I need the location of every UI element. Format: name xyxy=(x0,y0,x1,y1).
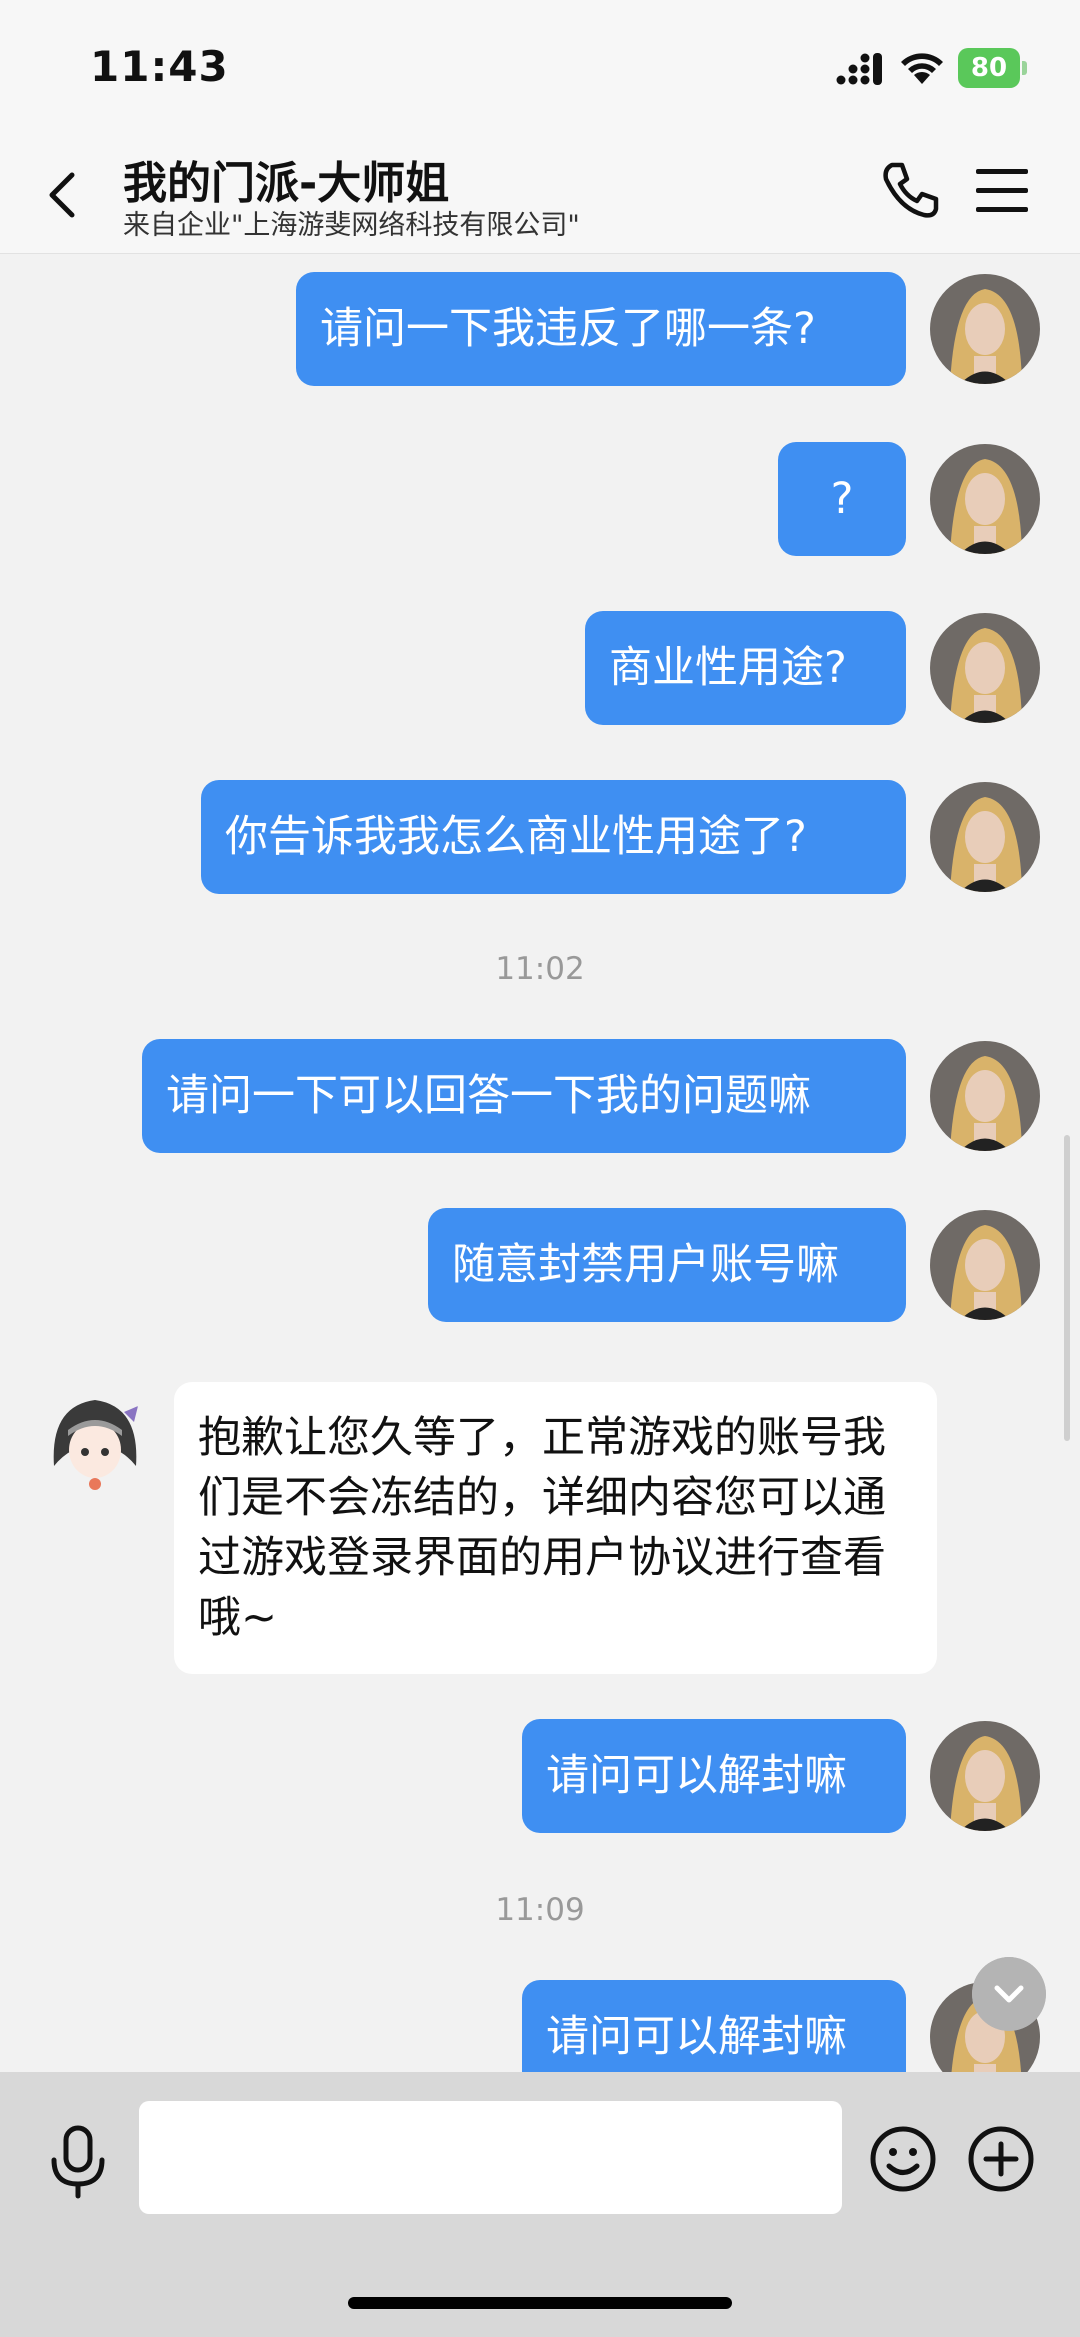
message-input[interactable] xyxy=(139,2101,842,2214)
mic-icon[interactable] xyxy=(44,2124,112,2200)
chevron-down-icon[interactable] xyxy=(972,1957,1046,2031)
back-icon[interactable] xyxy=(40,165,90,225)
user-avatar[interactable] xyxy=(930,1210,1040,1320)
home-indicator xyxy=(348,2297,732,2309)
message-bubble[interactable]: 请问可以解封嘛 xyxy=(522,1719,906,1833)
user-avatar[interactable] xyxy=(930,613,1040,723)
plus-icon[interactable] xyxy=(966,2124,1036,2194)
chat-title: 我的门派-大师姐 xyxy=(123,158,450,209)
agent-avatar[interactable] xyxy=(40,1386,150,1496)
timestamp: 11:02 xyxy=(495,951,585,987)
input-bar xyxy=(0,2072,1080,2337)
scroll-indicator[interactable] xyxy=(1064,1135,1070,1441)
status-time: 11:43 xyxy=(90,42,229,91)
user-avatar[interactable] xyxy=(930,782,1040,892)
timestamp: 11:09 xyxy=(495,1892,585,1928)
message-bubble[interactable]: 抱歉让您久等了，正常游戏的账号我们是不会冻结的，详细内容您可以通过游戏登录界面的… xyxy=(174,1382,937,1674)
message-bubble[interactable]: 请问一下可以回答一下我的问题嘛 xyxy=(142,1039,906,1153)
status-bar: 11:43 80 xyxy=(0,0,1080,135)
user-avatar[interactable] xyxy=(930,444,1040,554)
phone-icon[interactable] xyxy=(878,157,944,223)
menu-icon[interactable] xyxy=(972,163,1032,219)
user-avatar[interactable] xyxy=(930,1041,1040,1151)
user-avatar[interactable] xyxy=(930,274,1040,384)
message-bubble[interactable]: ? xyxy=(778,442,906,556)
message-bubble[interactable]: 请问一下我违反了哪一条? xyxy=(296,272,906,386)
message-list[interactable]: 请问一下我违反了哪一条? ? 商业性用途? 你告诉我我怎么商业性用途了? 11:… xyxy=(0,254,1080,2072)
message-bubble[interactable]: 商业性用途? xyxy=(585,611,906,725)
cellular-signal-icon xyxy=(836,53,882,85)
emoji-icon[interactable] xyxy=(868,2124,938,2194)
message-bubble[interactable]: 随意封禁用户账号嘛 xyxy=(428,1208,906,1322)
chat-subtitle: 来自企业"上海游斐网络科技有限公司" xyxy=(123,210,580,241)
battery-level: 80 xyxy=(970,53,1008,83)
chat-header: 我的门派-大师姐 来自企业"上海游斐网络科技有限公司" xyxy=(0,135,1080,254)
wifi-icon xyxy=(901,53,943,84)
message-bubble[interactable]: 你告诉我我怎么商业性用途了? xyxy=(201,780,906,894)
message-bubble[interactable]: 请问可以解封嘛 xyxy=(522,1980,906,2072)
user-avatar[interactable] xyxy=(930,1721,1040,1831)
battery-icon: 80 xyxy=(958,48,1028,88)
